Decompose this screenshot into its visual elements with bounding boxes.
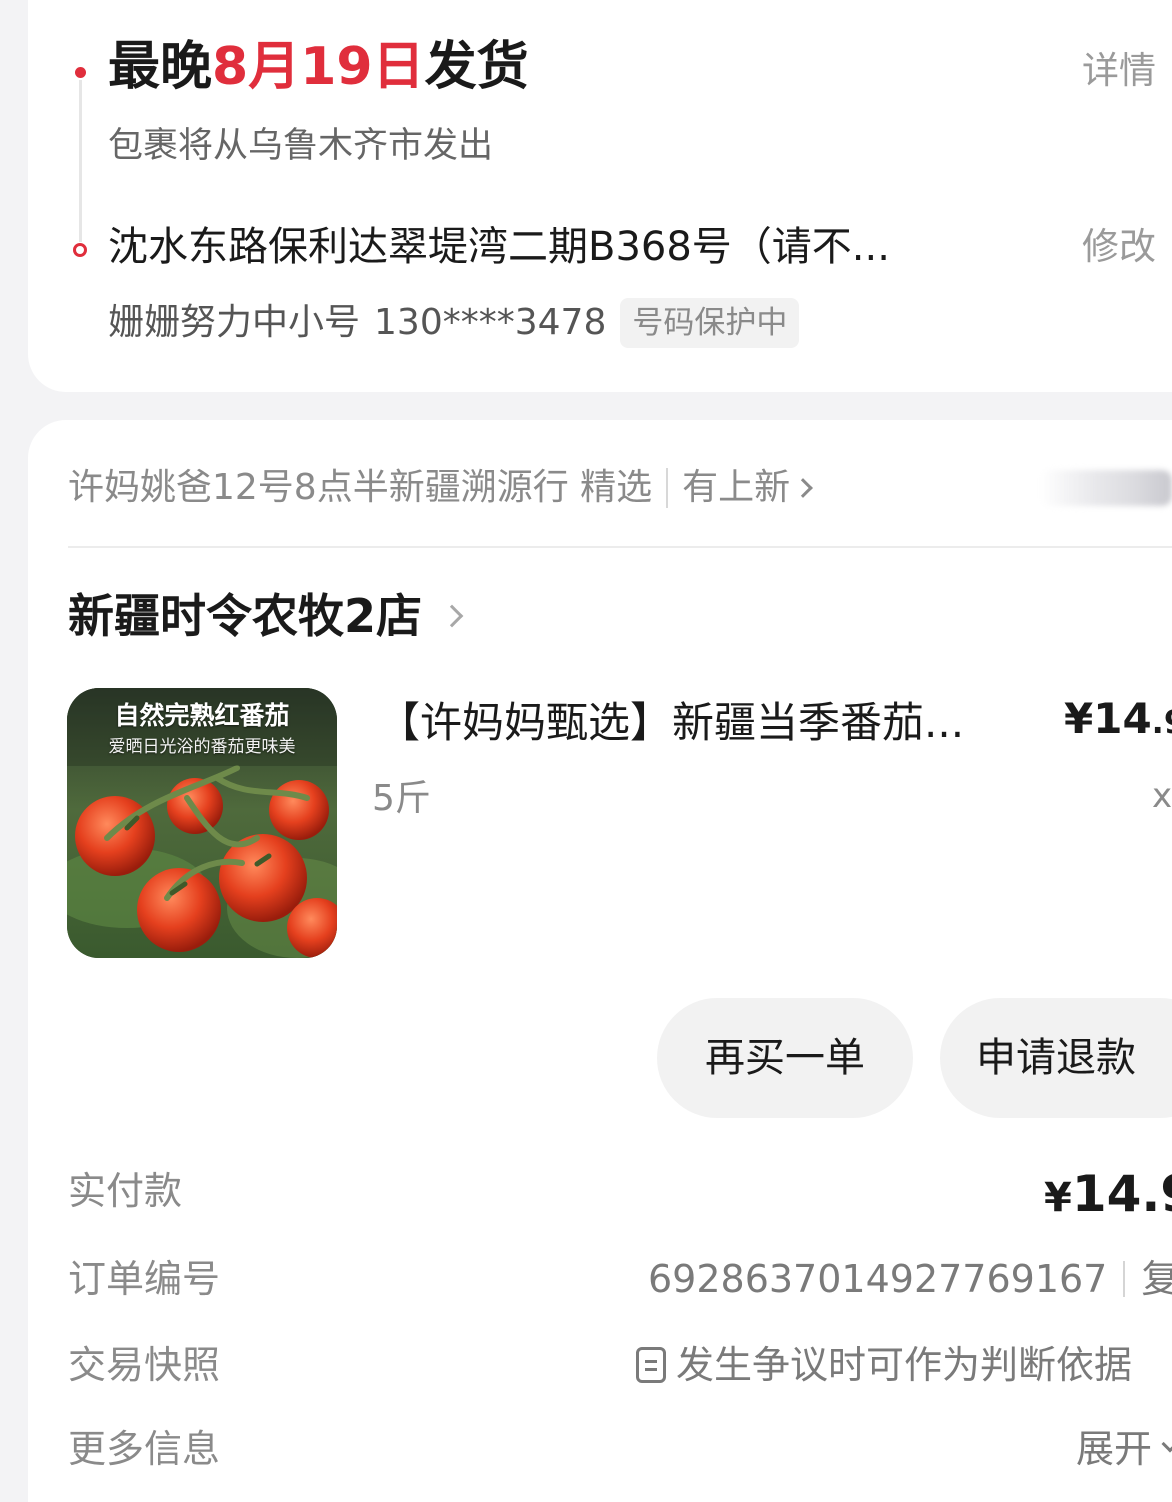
shop-name: 新疆时令农牧2店 <box>68 589 423 643</box>
live-room-link[interactable]: 许妈姚爸12号8点半新疆溯源行 精选 有上新 <box>68 460 1172 516</box>
chevron-right-icon <box>440 604 464 628</box>
chevron-right-icon <box>793 478 814 498</box>
timeline-line <box>79 80 82 242</box>
product-image[interactable]: 自然完熟红番茄 爱晒日光浴的番茄更味美 <box>67 688 337 958</box>
snapshot-label: 交易快照 <box>68 1343 221 1387</box>
snapshot-text: 发生争议时可作为判断依据 <box>676 1343 1133 1387</box>
image-caption-subtitle: 爱晒日光浴的番茄更味美 <box>108 737 296 757</box>
order-number-row: 6928637014927769167 复制 <box>648 1254 1172 1304</box>
image-caption-title: 自然完熟红番茄 <box>114 701 290 730</box>
ship-title-suffix: 发货 <box>424 37 529 97</box>
details-link[interactable]: 详情 <box>1082 48 1156 94</box>
chevron-down-icon <box>1161 1435 1172 1453</box>
document-icon <box>636 1347 666 1383</box>
product-quantity: x <box>1152 776 1172 816</box>
ship-deadline-title: 最晚8月19日发货 <box>108 34 529 100</box>
section-divider <box>68 546 1172 548</box>
delivery-address[interactable]: 沈水东路保利达翠堤湾二期B368号（请不... <box>108 222 1008 272</box>
timeline-address-dot-icon <box>73 243 87 257</box>
ship-date: 8月19日 <box>212 37 425 97</box>
number-protection-badge: 号码保护中 <box>620 298 800 348</box>
shop-name-link[interactable]: 新疆时令农牧2店 <box>68 586 464 646</box>
price-integer: ¥14 <box>1064 694 1152 743</box>
paid-value: 14.9 <box>1071 1165 1172 1223</box>
product-price: ¥14.9 <box>1064 692 1172 749</box>
recipient-name: 姗姗努力中小号 <box>108 302 361 343</box>
order-number-label: 订单编号 <box>68 1257 221 1301</box>
product-title[interactable]: 【许妈妈甄选】新疆当季番茄... <box>378 696 1028 750</box>
ship-origin: 包裹将从乌鲁木齐市发出 <box>108 126 494 166</box>
edit-address-link[interactable]: 修改 <box>1082 224 1156 270</box>
live-room-text: 许妈姚爸12号8点半新疆溯源行 精选 <box>68 467 653 508</box>
paid-label: 实付款 <box>68 1169 183 1213</box>
price-decimal: .9 <box>1151 703 1172 741</box>
more-info-label: 更多信息 <box>68 1427 221 1471</box>
paid-yen: ¥ <box>1044 1175 1072 1221</box>
snapshot-link[interactable]: 发生争议时可作为判断依据 <box>636 1340 1132 1390</box>
order-detail-page: 最晚8月19日发货 详情 包裹将从乌鲁木齐市发出 沈水东路保利达翠堤湾二期B36… <box>0 0 1172 1502</box>
paid-amount: ¥14.9 <box>1044 1164 1172 1228</box>
timeline-dot-icon <box>75 67 86 78</box>
recipient-phone: 130****3478 <box>374 302 607 343</box>
rebuy-button[interactable]: 再买一单 <box>657 998 913 1118</box>
divider <box>666 468 669 508</box>
ship-title-prefix: 最晚 <box>108 37 213 97</box>
blurred-logo <box>1040 470 1172 506</box>
expand-label: 展开 <box>1076 1427 1153 1471</box>
copy-button[interactable]: 复制 <box>1141 1254 1172 1304</box>
recipient-contact: 姗姗努力中小号 130****3478 号码保护中 <box>108 298 800 348</box>
live-new-text: 有上新 <box>682 467 791 508</box>
order-number: 6928637014927769167 <box>648 1257 1108 1301</box>
divider <box>1123 1261 1126 1297</box>
expand-button[interactable]: 展开 <box>1076 1424 1172 1474</box>
refund-button[interactable]: 申请退款 <box>940 998 1172 1118</box>
product-spec: 5斤 <box>372 778 431 819</box>
